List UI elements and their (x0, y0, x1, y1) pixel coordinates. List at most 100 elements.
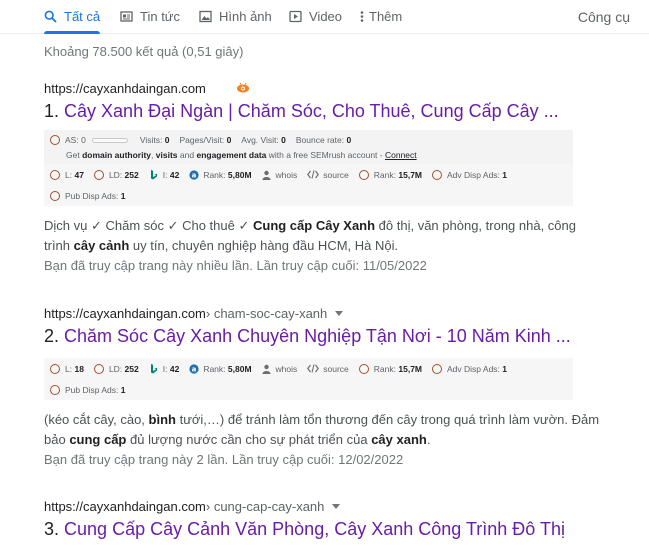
result-title-link[interactable]: 3. Cung Cấp Cây Cảnh Văn Phòng, Cây Xanh… (44, 516, 604, 542)
metric-links[interactable]: L: 18 (50, 363, 84, 374)
semrush-eye-icon[interactable] (236, 82, 250, 94)
as-value: 0 (81, 135, 86, 145)
bing-icon (149, 169, 159, 180)
metric-alexa-rank[interactable]: a Rank: 5,80M (189, 169, 252, 180)
seo-metrics-panel: L: 47 LD: 252 I: 42 a Rank: 5,80M whois s… (44, 164, 573, 206)
metric-rank-label: Rank: (203, 363, 226, 374)
metric-l-label: L: (65, 363, 73, 374)
bounce-label: Bounce rate: (295, 135, 345, 145)
metric-l-label: L: (65, 169, 73, 180)
connect-link[interactable]: Connect (385, 150, 417, 160)
metric-ld-value: 252 (124, 169, 139, 180)
chevron-down-icon[interactable] (332, 503, 341, 509)
svg-text:a: a (192, 365, 197, 373)
metric-link-domains[interactable]: LD: 252 (93, 363, 139, 374)
metric-index[interactable]: I: 42 (149, 363, 180, 374)
metric-alexa-rank[interactable]: a Rank: 5,80M (189, 363, 252, 374)
tab-video[interactable]: Video (289, 0, 342, 33)
code-icon (307, 364, 320, 374)
metric-semrush-rank[interactable]: Rank: 15,7M (358, 363, 422, 374)
metric-pub-label: Pub Disp Ads: (65, 190, 119, 201)
seo-metrics-row-2: Pub Disp Ads: 1 (44, 185, 573, 206)
snippet-text: uy tín, chuyên nghiệp hàng đầu HCM, Hà N… (129, 238, 399, 253)
visits-value: 0 (164, 135, 170, 145)
promo-sep: , (151, 150, 154, 160)
visited-note: Bạn đã truy cập trang này nhiều lần. Lần… (44, 258, 427, 273)
promo-prefix: Get (66, 150, 80, 160)
metric-pub-ads[interactable]: Pub Disp Ads: 1 (50, 384, 126, 395)
visited-note: Bạn đã truy cập trang này 2 lần. Lần tru… (44, 452, 404, 467)
whois-label: whois (275, 363, 298, 374)
metric-l-value: 18 (74, 363, 84, 374)
result-stats: Khoảng 78.500 kết quả (0,51 giây) (44, 44, 244, 59)
metric-i-value: 42 (169, 169, 180, 180)
whois-link[interactable]: whois (262, 169, 298, 180)
source-label: source (323, 363, 349, 374)
result-url-domain: https://cayxanhdaingan.com (44, 305, 206, 321)
semrush-rank-icon (358, 169, 369, 180)
result-number: 2. (44, 326, 60, 346)
metric-ld-label: LD: (108, 169, 123, 180)
metric-pub-ads[interactable]: Pub Disp Ads: 1 (50, 190, 126, 201)
search-result: https://cayxanhdaingan.com › cham-soc-ca… (44, 303, 604, 470)
result-title-text: Cung Cấp Cây Cảnh Văn Phòng, Cây Xanh Cô… (64, 519, 565, 539)
link-icon (50, 363, 60, 374)
semrush-rank-icon (358, 363, 369, 374)
snippet-text: . (426, 432, 431, 447)
result-url[interactable]: https://cayxanhdaingan.com (44, 78, 604, 98)
avg-visit-label: Avg. Visit: (241, 135, 279, 145)
svg-text:a: a (192, 171, 197, 179)
metric-pub-value: 1 (120, 190, 126, 201)
video-icon (289, 10, 302, 23)
result-snippet: Dịch vụ ✓ Chăm sóc ✓ Cho thuê ✓ Cung cấp… (44, 216, 604, 256)
result-url[interactable]: https://cayxanhdaingan.com › cham-soc-ca… (44, 303, 604, 323)
link-domain-icon (93, 363, 104, 374)
chevron-down-icon[interactable] (335, 310, 344, 316)
tab-images[interactable]: Hình ảnh (199, 0, 272, 33)
tab-all[interactable]: Tất cả (44, 0, 101, 34)
metric-i-label: I: (162, 363, 168, 374)
metric-adv-ads[interactable]: Adv Disp Ads: 1 (432, 363, 507, 374)
result-url[interactable]: https://cayxanhdaingan.com › cung-cap-ca… (44, 496, 604, 516)
result-url-path: › cham-soc-cay-xanh (205, 305, 328, 321)
source-link[interactable]: source (307, 170, 349, 180)
metric-links[interactable]: L: 47 (50, 169, 84, 180)
snippet-bold: bình (148, 412, 176, 427)
pages-label: Pages/Visit: (179, 135, 225, 145)
metric-i-label: I: (162, 169, 168, 180)
seo-metrics-row: L: 18 LD: 252 I: 42 a Rank: 5,80M whois s… (44, 358, 573, 379)
metric-i-value: 42 (169, 363, 180, 374)
metric-index[interactable]: I: 42 (149, 169, 180, 180)
metric-rank2-value: 15,7M (398, 169, 422, 180)
tab-images-label: Hình ảnh (219, 9, 272, 24)
source-link[interactable]: source (307, 364, 349, 374)
promo-bold-2: visits (155, 150, 178, 160)
search-tabs: Tất cả Tin tức Hình ảnh Video Thêm Công … (0, 0, 649, 34)
metric-adv-ads[interactable]: Adv Disp Ads: 1 (432, 169, 507, 180)
tab-more[interactable]: Thêm (360, 0, 402, 33)
metric-adv-label: Adv Disp Ads: (447, 169, 500, 180)
seo-plugin-panel: AS: 0 Visits: 0 Pages/Visit: 0 Avg. Visi… (44, 130, 573, 164)
result-title-link[interactable]: 2. Chăm Sóc Cây Xanh Chuyên Nghiệp Tận N… (44, 323, 604, 349)
metric-rank2-label: Rank: (373, 363, 396, 374)
result-url-domain: https://cayxanhdaingan.com (44, 498, 206, 514)
metric-semrush-rank[interactable]: Rank: 15,7M (358, 169, 422, 180)
metric-link-domains[interactable]: LD: 252 (93, 169, 139, 180)
promo-mid: and (179, 150, 195, 160)
whois-link[interactable]: whois (262, 363, 298, 374)
link-domain-icon (93, 169, 104, 180)
result-url-domain: https://cayxanhdaingan.com (44, 80, 206, 96)
snippet-bold: Cung cấp Cây Xanh (252, 218, 376, 233)
metric-rank-value: 5,80M (227, 169, 252, 180)
bing-icon (149, 363, 159, 374)
alexa-icon: a (189, 363, 199, 374)
search-icon (44, 10, 57, 23)
metric-pub-value: 1 (120, 384, 126, 395)
tools-button[interactable]: Công cụ (578, 0, 630, 33)
person-icon (262, 364, 272, 374)
seo-traffic-row: AS: 0 Visits: 0 Pages/Visit: 0 Avg. Visi… (44, 130, 573, 150)
tab-news[interactable]: Tin tức (120, 0, 180, 33)
snippet-text: Dịch vụ ✓ Chăm sóc ✓ Cho thuê ✓ (44, 218, 253, 233)
whois-label: whois (275, 169, 298, 180)
result-title-link[interactable]: 1. Cây Xanh Đại Ngàn | Chăm Sóc, Cho Thu… (44, 98, 604, 124)
